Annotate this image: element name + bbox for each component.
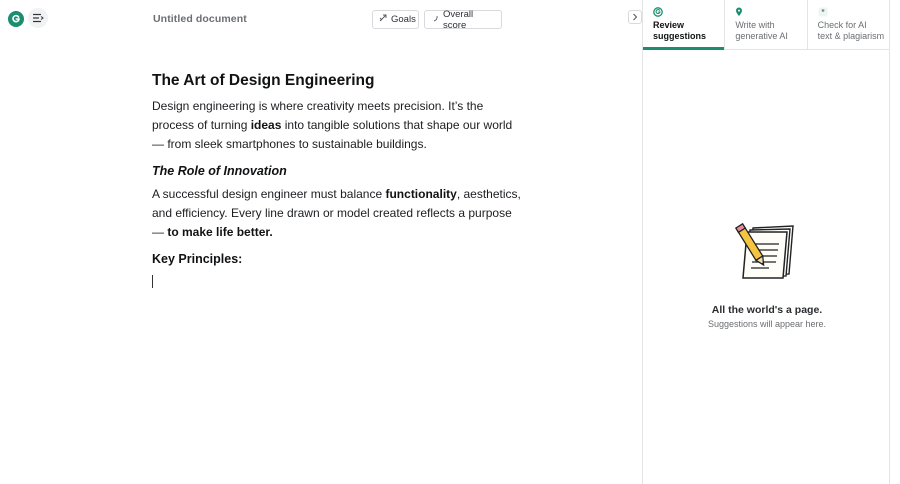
plagiarism-icon: ” [818, 7, 889, 19]
notepad-pencil-icon [643, 222, 891, 287]
tab-review-suggestions[interactable]: Review suggestions [643, 0, 726, 50]
section-heading-innovation: The Role of Innovation [152, 163, 287, 178]
empty-state-subtitle: Suggestions will appear here. [707, 319, 827, 329]
section-heading-principles: Key Principles: [152, 252, 243, 267]
grammarly-logo-icon[interactable] [8, 11, 24, 27]
text-cursor [152, 275, 153, 289]
goals-button[interactable]: Goals [372, 10, 419, 29]
svg-text:”: ” [821, 10, 825, 17]
tab-generative-ai[interactable]: Write with generative AI [725, 0, 808, 49]
document-title[interactable]: Untitled document [153, 13, 247, 25]
paragraph-innovation: A successful design engineer must balanc… [152, 186, 521, 240]
chevron-right-icon [632, 8, 638, 26]
empty-state-title: All the world's a page. [711, 304, 823, 316]
review-icon [653, 7, 724, 19]
panel-tabs: Review suggestions Write with generative… [643, 0, 889, 50]
paragraph-intro: Design engineering is where creativity m… [152, 99, 513, 152]
menu-collapse-icon[interactable] [28, 8, 48, 28]
collapse-panel-button[interactable] [628, 10, 642, 24]
document-heading: The Art of Design Engineering [152, 72, 375, 89]
overall-score-button[interactable]: Overall score [424, 8, 502, 31]
document-body[interactable]: The Art of Design Engineering Design eng… [152, 70, 522, 289]
goals-icon [379, 14, 387, 25]
generative-ai-icon [735, 7, 806, 19]
empty-state: All the world's a page. Suggestions will… [643, 222, 891, 329]
editor-app: Untitled document Goals Overall score Th… [0, 0, 900, 484]
goals-label: Goals [391, 14, 416, 25]
assistant-panel: Review suggestions Write with generative… [642, 0, 890, 484]
tab-ai-plagiarism[interactable]: ” Check for AI text & plagiarism [808, 0, 889, 49]
overall-score-label: Overall score [443, 8, 474, 31]
score-icon [431, 14, 439, 25]
